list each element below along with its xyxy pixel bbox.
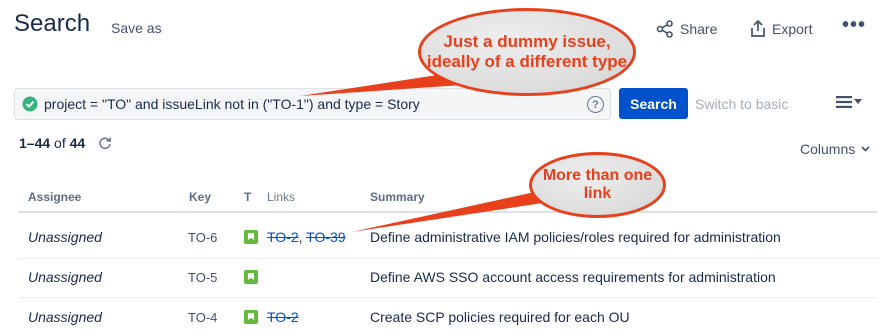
callout2-arrow: [352, 188, 562, 232]
search-page: Search Save as Share Export ••• project …: [0, 0, 889, 335]
annotation-callout-dummy-issue: Just a dummy issue, ideally of a differe…: [418, 8, 636, 96]
annotation-callout-more-links: More than one link: [529, 152, 666, 218]
